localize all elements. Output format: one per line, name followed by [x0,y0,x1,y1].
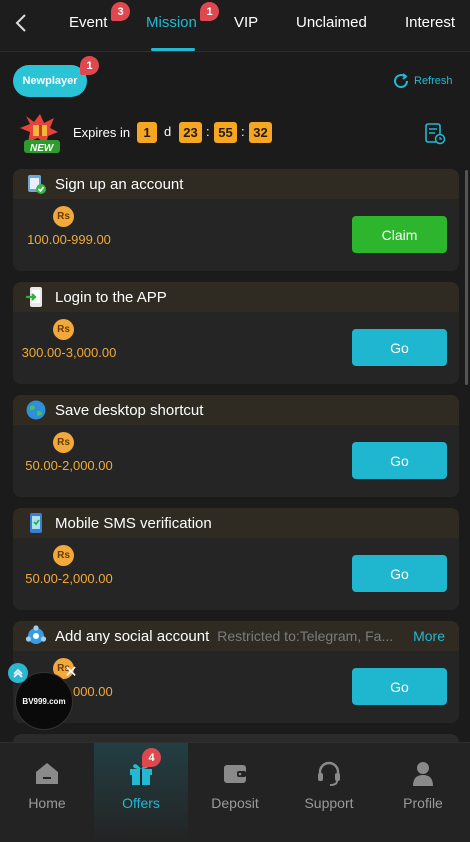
restricted-note: Restricted to:Telegram, Fa... [217,628,394,644]
mission-card: Save desktop shortcut Rs 50.00-2,000.00 … [13,395,459,497]
mission-card: Add any social account Restricted to:Tel… [13,621,459,723]
tab-unclaimed[interactable]: Unclaimed [296,14,367,31]
mission-reward: 50.00-2,000.00 [25,458,113,473]
nav-home[interactable]: Home [0,743,94,842]
mission-card: Sign up an account Rs 100.00-999.00 Clai… [13,169,459,271]
expires-label: Expires in [73,125,131,140]
refresh-label: Refresh [414,75,453,87]
mission-title: Mobile SMS verification [55,514,212,532]
tab-label: Mission [146,14,197,31]
active-tab-indicator [151,48,195,51]
social-network-icon [25,625,47,644]
nav-profile[interactable]: Profile [376,743,470,842]
bottom-nav: Home Offers 4 Deposit Support Profile [0,742,470,842]
tab-event-badge: 3 [111,2,130,21]
tab-mission-badge: 1 [200,2,219,21]
app-login-icon [26,287,42,307]
nav-offers[interactable]: Offers [94,743,188,842]
nav-support[interactable]: Support [282,743,376,842]
tab-label: VIP [234,14,259,31]
go-button[interactable]: Go [352,442,447,479]
newplayer-chip[interactable]: Newplayer [13,65,87,97]
globe-icon [26,400,46,420]
tab-label: Unclaimed [296,14,367,31]
nav-label: Support [304,795,354,811]
chevron-up-icon[interactable] [8,663,28,683]
float-logo-text: BV999.com [22,696,66,706]
rupee-coin-icon: Rs [53,432,74,453]
mission-card: Mobile SMS verification Rs 50.00-2,000.0… [13,508,459,610]
countdown-separator: : [206,124,210,139]
rupee-coin-icon: Rs [53,319,74,340]
countdown-days: 1 [137,122,157,143]
home-icon [32,758,62,788]
go-button[interactable]: Go [352,329,447,366]
chevron-left-icon [15,14,26,32]
countdown-seconds: 32 [249,122,272,143]
mission-reward: 50.00-2,000.00 [25,571,113,586]
back-button[interactable] [8,10,34,36]
claim-button[interactable]: Claim [352,216,447,253]
wallet-icon [220,758,250,788]
mission-title: Save desktop shortcut [55,401,204,419]
countdown-hours: 23 [179,122,202,143]
go-button[interactable]: Go [352,555,447,592]
close-icon[interactable]: ✕ [63,665,79,681]
offers-badge: 4 [142,748,161,767]
clipboard-check-icon [28,175,46,194]
mission-card: Login to the APP Rs 300.00-3,000.00 Go [13,282,459,384]
scrollbar[interactable] [465,170,468,385]
mission-title: Sign up an account [55,175,184,193]
nav-deposit[interactable]: Deposit [188,743,282,842]
new-tag: NEW [30,143,54,154]
newplayer-label: Newplayer [22,75,78,87]
refresh-icon [394,73,409,89]
tab-label: Interest [405,14,456,31]
tab-interest[interactable]: Interest [405,14,455,31]
nav-label: Profile [403,795,443,811]
user-icon [408,758,438,788]
mission-title: Login to the APP [55,288,167,306]
nav-label: Home [28,795,66,811]
rupee-coin-icon: Rs [53,206,74,227]
newplayer-badge: 1 [80,56,99,75]
tab-mission[interactable]: Mission [146,14,197,31]
more-link[interactable]: More [413,628,445,644]
countdown-day-unit: d [164,124,172,139]
nav-label: Deposit [211,795,259,811]
rupee-coin-icon: Rs [53,545,74,566]
mobile-sms-icon [30,513,42,533]
countdown-minutes: 55 [214,122,237,143]
go-button[interactable]: Go [352,668,447,705]
headset-icon [314,758,344,788]
countdown-separator: : [241,124,245,139]
mission-reward: 100.00-999.00 [27,232,111,247]
mission-reward: 300.00-3,000.00 [21,345,117,360]
tab-vip[interactable]: VIP [234,14,258,31]
records-icon[interactable] [424,122,446,146]
refresh-button[interactable]: Refresh [392,72,453,90]
tab-event[interactable]: Event [69,14,107,31]
tab-label: Event [69,14,108,31]
nav-label: Offers [122,795,160,811]
top-tab-bar: Event 3 Mission 1 VIP Unclaimed Interest [0,0,470,52]
mission-title: Add any social account [55,627,210,645]
